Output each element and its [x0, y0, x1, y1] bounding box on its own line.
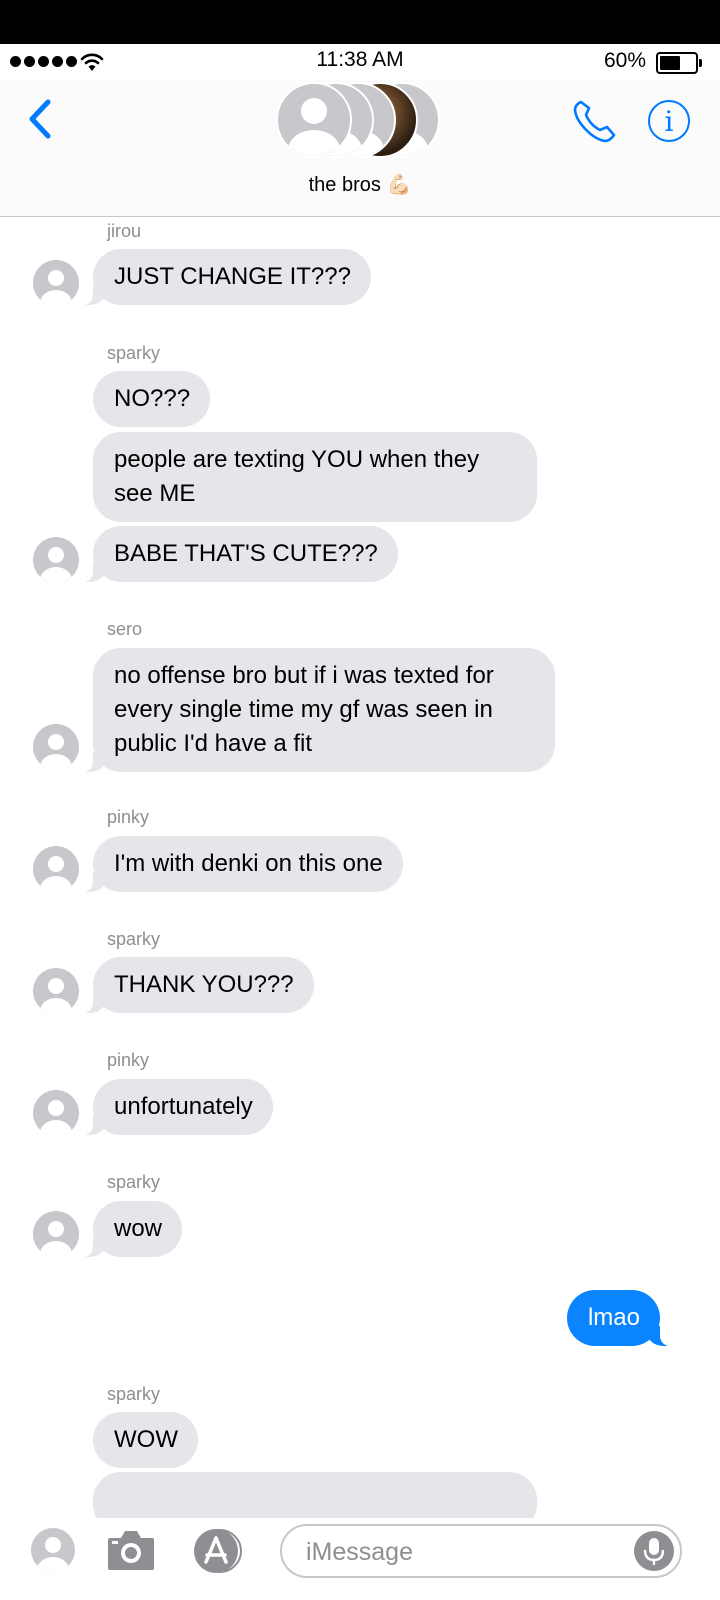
conversation-header: the bros 💪🏻 i: [0, 80, 720, 217]
sender-avatar[interactable]: [33, 1211, 79, 1257]
sender-name: sparky: [107, 1384, 161, 1404]
info-icon[interactable]: i: [648, 100, 690, 142]
sender-name: sparky: [107, 1172, 161, 1192]
sender-avatar[interactable]: [33, 846, 79, 892]
message-input[interactable]: iMessage: [280, 1524, 682, 1578]
message-bubble[interactable]: NO???: [93, 371, 211, 427]
battery-percentage: 60%: [603, 49, 646, 72]
message-bubble[interactable]: THANK YOU???: [83, 957, 314, 1013]
sender-name: sero: [107, 619, 143, 639]
status-bar: 11:38 AM 60%: [0, 44, 720, 80]
message-bubble[interactable]: I'm with denki on this one: [83, 836, 403, 892]
sender-avatar[interactable]: [33, 537, 79, 583]
phone-icon[interactable]: [572, 98, 618, 144]
message-bubble[interactable]: WOW: [93, 1412, 198, 1468]
avatar: [276, 82, 352, 158]
message-bubble[interactable]: BABE THAT'S CUTE???: [83, 526, 398, 582]
camera-icon[interactable]: [106, 1528, 156, 1572]
message-bubble[interactable]: unfortunately: [83, 1079, 273, 1135]
outgoing-message-bubble[interactable]: lmao: [566, 1290, 671, 1346]
message-bubble[interactable]: JUST CHANGE IT???: [83, 249, 371, 305]
message-list[interactable]: jirou JUST CHANGE IT??? sparky NO??? peo…: [0, 216, 720, 1518]
sender-name: sparky: [107, 343, 161, 363]
avatar[interactable]: [31, 1528, 75, 1572]
sender-name: jirou: [107, 221, 142, 241]
back-chevron-icon[interactable]: [26, 98, 54, 142]
app-store-icon[interactable]: [190, 1528, 254, 1574]
group-name[interactable]: the bros 💪🏻: [0, 172, 720, 197]
sender-name: pinky: [107, 1050, 150, 1070]
group-avatars[interactable]: [276, 80, 446, 160]
composer-bar: iMessage: [0, 1518, 720, 1600]
message-bubble-partial[interactable]: [93, 1472, 537, 1518]
microphone-icon[interactable]: [634, 1531, 674, 1571]
sender-avatar[interactable]: [33, 260, 79, 306]
message-bubble[interactable]: people are texting YOU when they see ME: [93, 432, 537, 522]
sender-avatar[interactable]: [33, 968, 79, 1014]
battery-icon: [656, 52, 702, 74]
top-black-bar: [0, 0, 720, 44]
sender-avatar[interactable]: [33, 724, 79, 770]
sender-name: pinky: [107, 807, 150, 827]
sender-avatar[interactable]: [33, 1090, 79, 1136]
message-bubble[interactable]: no offense bro but if i was texted for e…: [83, 648, 555, 772]
message-input-placeholder: iMessage: [306, 1538, 413, 1566]
sender-name: sparky: [107, 929, 161, 949]
message-bubble[interactable]: wow: [82, 1201, 183, 1257]
